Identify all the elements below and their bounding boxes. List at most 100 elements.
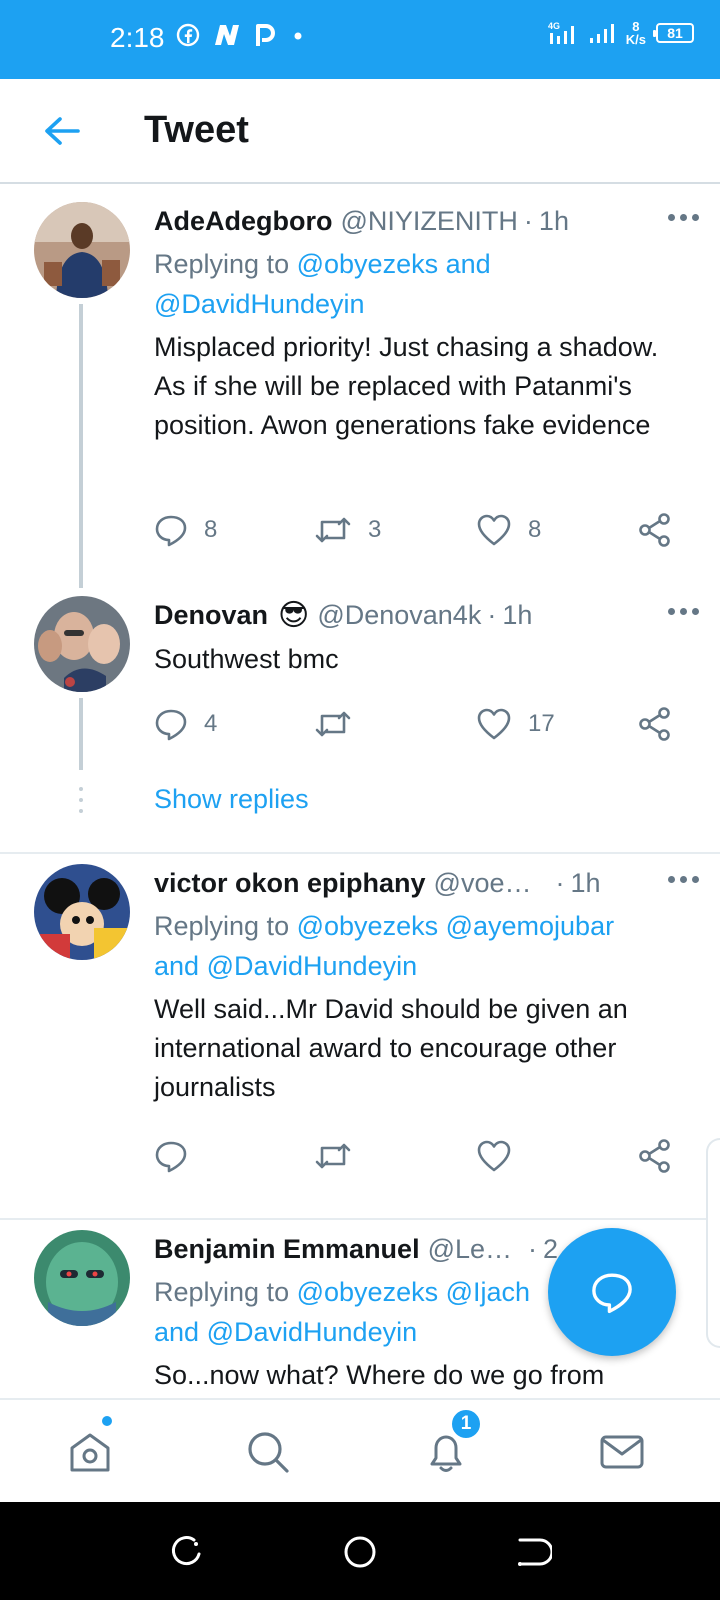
mention-link[interactable]: @obyezeks xyxy=(297,249,438,279)
back-button[interactable] xyxy=(42,115,82,147)
network-rate: 8 K/s xyxy=(626,20,646,46)
replying-connector[interactable]: and xyxy=(154,1317,199,1347)
share-button[interactable] xyxy=(638,704,672,744)
nav-home[interactable] xyxy=(60,1422,120,1482)
like-count: 8 xyxy=(528,516,542,543)
reply-icon xyxy=(155,709,187,741)
dot-icon xyxy=(294,32,302,40)
author-name[interactable]: Denovan xyxy=(154,600,268,631)
search-icon xyxy=(248,1432,289,1473)
thread-line xyxy=(79,698,83,770)
signal-icon xyxy=(589,24,614,43)
compose-reply-button[interactable] xyxy=(548,1228,676,1356)
tweet-text: So...now what? Where do we go from xyxy=(154,1360,605,1390)
replying-to: Replying to @obyezeks @ayemojubar and @D… xyxy=(154,906,684,986)
retweet-button[interactable] xyxy=(314,1136,352,1176)
home-system-button[interactable] xyxy=(340,1532,380,1572)
separator-dot: · xyxy=(555,867,565,898)
recent-apps-button[interactable] xyxy=(166,1532,206,1572)
replying-prefix: Replying to xyxy=(154,249,290,279)
mention-link[interactable]: @DavidHundeyin xyxy=(207,951,418,981)
tweet-item[interactable]: Denovan 😎 @Denovan4k · 1h Southwest bmc … xyxy=(0,586,720,838)
tweet-header: victor okon epiphany @voe… · 1h xyxy=(154,864,699,902)
like-button[interactable]: 8 xyxy=(476,510,541,550)
separator-dot: · xyxy=(528,1233,538,1264)
more-options-button[interactable] xyxy=(668,214,700,224)
replying-connector[interactable]: and xyxy=(154,951,199,981)
tweet-body: Denovan 😎 @Denovan4k · 1h Southwest bmc xyxy=(154,596,699,679)
bottom-nav: 1 xyxy=(0,1398,720,1502)
mention-link[interactable]: @DavidHundeyin xyxy=(207,1317,418,1347)
author-handle[interactable]: @Le… xyxy=(428,1234,512,1265)
page-title: Tweet xyxy=(144,109,249,151)
author-handle[interactable]: @NIYIZENITH xyxy=(341,206,518,237)
thread-dots xyxy=(79,787,83,813)
status-notification-icons xyxy=(176,22,308,48)
side-panel-handle[interactable] xyxy=(706,1138,720,1348)
system-nav-bar xyxy=(0,1502,720,1600)
thread-line xyxy=(79,304,83,588)
reply-button[interactable]: 4 xyxy=(154,704,217,744)
share-button[interactable] xyxy=(638,1136,672,1176)
avatar[interactable] xyxy=(34,596,130,692)
status-bar: 2:18 4G 8 K/s 81 xyxy=(0,0,720,79)
separator-dot: · xyxy=(487,599,497,630)
replying-connector[interactable]: and xyxy=(446,249,491,279)
author-name[interactable]: Benjamin Emmanuel xyxy=(154,1234,420,1265)
mention-link[interactable]: @DavidHundeyin xyxy=(154,289,365,319)
share-icon xyxy=(639,513,670,547)
reply-button[interactable]: 8 xyxy=(154,510,217,550)
back-system-icon xyxy=(518,1538,554,1566)
avatar[interactable] xyxy=(34,864,130,960)
tweet-actions xyxy=(154,1136,684,1176)
tweet-time: 1h xyxy=(538,205,569,236)
retweet-button[interactable]: 3 xyxy=(314,510,381,550)
back-system-button[interactable] xyxy=(512,1532,554,1572)
show-replies-link[interactable]: Show replies xyxy=(154,784,309,815)
retweet-button[interactable] xyxy=(314,704,368,744)
replying-to: Replying to @obyezeks and @DavidHundeyin xyxy=(154,244,684,324)
author-handle[interactable]: @Denovan4k xyxy=(317,600,481,631)
reply-count: 4 xyxy=(204,710,218,737)
status-time: 2:18 xyxy=(110,22,165,53)
reply-compose-icon xyxy=(592,1273,632,1314)
tweet-actions: 4 17 xyxy=(154,704,684,744)
avatar[interactable] xyxy=(34,1230,130,1326)
tweet-item[interactable]: victor okon epiphany @voe… · 1h Replying… xyxy=(0,854,720,1210)
more-options-button[interactable] xyxy=(668,608,700,618)
mail-icon xyxy=(600,1435,644,1469)
facebook-icon xyxy=(176,23,200,47)
tweet-item[interactable]: AdeAdegboro @NIYIZENITH · 1h Replying to… xyxy=(0,186,720,588)
recents-icon xyxy=(172,1536,201,1566)
more-options-button[interactable] xyxy=(668,876,700,886)
mention-link[interactable]: @obyezeks @Ijach xyxy=(297,1277,530,1307)
n-app-icon xyxy=(215,25,239,45)
heart-icon xyxy=(477,708,511,740)
app-header: Tweet xyxy=(0,79,720,184)
reply-icon xyxy=(155,1141,187,1173)
tweet-time: 1h xyxy=(570,867,601,898)
like-button[interactable] xyxy=(476,1136,512,1176)
network-rate-unit: K/s xyxy=(625,32,646,47)
author-handle[interactable]: @voe… xyxy=(434,868,532,899)
replying-prefix: Replying to xyxy=(154,1277,290,1307)
share-button[interactable] xyxy=(638,510,672,550)
like-count: 17 xyxy=(528,710,555,737)
like-button[interactable]: 17 xyxy=(476,704,555,744)
retweet-icon xyxy=(315,711,351,737)
avatar[interactable] xyxy=(34,202,130,298)
tweet-header: AdeAdegboro @NIYIZENITH · 1h xyxy=(154,202,699,240)
tweet-actions: 8 3 8 xyxy=(154,510,684,550)
tweet-feed[interactable]: AdeAdegboro @NIYIZENITH · 1h Replying to… xyxy=(0,186,720,1398)
nav-messages[interactable] xyxy=(592,1422,652,1482)
signal-4g-icon: 4G xyxy=(548,21,574,44)
circle-home-icon xyxy=(344,1536,376,1568)
nav-search[interactable] xyxy=(238,1422,298,1482)
retweet-icon xyxy=(315,1143,351,1169)
notifications-badge: 1 xyxy=(450,1408,482,1440)
tweet-text: Well said...Mr David should be given an … xyxy=(154,994,628,1102)
author-name[interactable]: AdeAdegboro xyxy=(154,206,333,237)
reply-button[interactable] xyxy=(154,1136,188,1176)
author-name[interactable]: victor okon epiphany xyxy=(154,868,426,899)
mention-link[interactable]: @obyezeks @ayemojubar xyxy=(297,911,614,941)
